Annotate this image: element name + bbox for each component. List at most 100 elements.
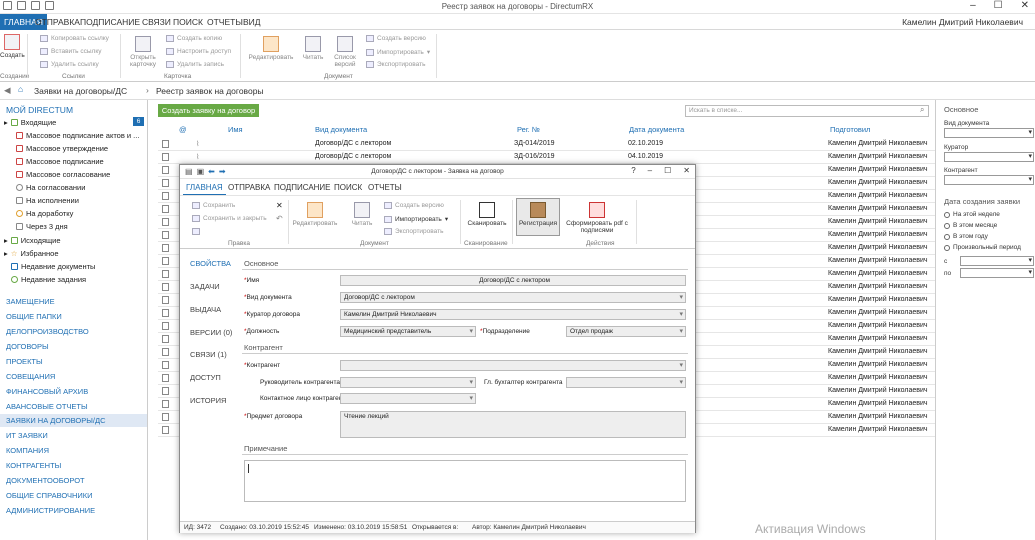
counterparty-select[interactable] [340,360,686,371]
column-header[interactable]: Рег. № [517,125,540,134]
minimize-icon[interactable]: – [648,166,652,175]
breadcrumb-item[interactable]: Заявки на договоры/ДС [34,86,127,96]
sidebar-section[interactable]: АВАНСОВЫЕ ОТЧЕТЫ [6,402,88,411]
sidebar-section-selected[interactable]: ЗАЯВКИ НА ДОГОВОРЫ/ДС [0,414,147,427]
sidebar-section[interactable]: ДЕЛОПРОИЗВОДСТВО [6,327,89,336]
column-header[interactable]: Имя [228,125,243,134]
dialog-tab-search[interactable]: ПОИСК [331,181,365,195]
period-custom-radio[interactable]: Произвольный период [944,244,1021,251]
sidebar-item[interactable]: На исполнении [16,196,79,205]
sidebar-section[interactable]: КОНТРАГЕНТЫ [6,461,61,470]
tab-versions[interactable]: ВЕРСИИ (0) [190,328,232,337]
sidebar-item-favorites[interactable]: ▸ ☆ Избранное [4,249,59,258]
counterparty-select[interactable] [944,175,1034,185]
curator-select[interactable] [944,152,1034,162]
save-close-button[interactable]: Сохранить и закрыть [192,215,267,222]
name-field[interactable]: Договор/ДС с лектором [340,275,686,286]
kind-select[interactable]: Договор/ДС с лектором [340,292,686,303]
read-button[interactable]: Читать [300,36,326,61]
search-icon[interactable]: ⌕ [920,105,924,115]
sidebar-item[interactable]: Массовое утверждение [16,144,108,153]
form-pdf-button[interactable]: Сформировать pdf с подписями [564,202,630,234]
back-icon[interactable]: ◀ [4,85,11,96]
edit-button[interactable]: Редактировать [248,36,294,61]
sidebar-item[interactable]: На согласовании [16,183,85,192]
home-nav-icon[interactable]: ⌂ [18,84,23,94]
sidebar-section[interactable]: КОМПАНИЯ [6,446,49,455]
expand-icon[interactable]: ▸ [4,236,8,245]
dialog-export-button[interactable]: Экспортировать [384,228,444,235]
sidebar-item[interactable]: Массовое подписание актов и ... [16,131,139,140]
head-select[interactable] [340,377,476,388]
sidebar-section[interactable]: ЗАМЕЩЕНИЕ [6,297,55,306]
dialog-import-button[interactable]: Импортировать ▾ [384,215,448,223]
minimize-icon[interactable]: – [970,0,976,11]
registration-button[interactable]: Регистрация [516,198,560,236]
period-week-radio[interactable]: На этой неделе [944,211,1000,218]
tab-view[interactable]: ВИД [239,14,265,30]
close-icon[interactable]: ✕ [683,166,690,175]
note-textarea[interactable] [244,460,686,502]
column-header[interactable]: Вид документа [315,125,367,134]
sidebar-section[interactable]: ДОКУМЕНТООБОРОТ [6,476,85,485]
sidebar-section[interactable]: СОВЕЩАНИЯ [6,372,55,381]
period-year-radio[interactable]: В этом году [944,233,988,240]
column-header[interactable]: Подготовил [830,125,870,134]
sidebar-section[interactable]: ОБЩИЕ ПАПКИ [6,312,62,321]
contact-select[interactable] [340,393,476,404]
dialog-create-version-button[interactable]: Создать версию [384,202,444,209]
cancel-icon[interactable]: ✕ [276,201,283,210]
sidebar-section[interactable]: ОБЩИЕ СПРАВОЧНИКИ [6,491,93,500]
tab-signing[interactable]: ПОДПИСАНИЕ [76,14,144,30]
dialog-tab-send[interactable]: ОТПРАВКА [225,181,273,195]
create-button[interactable]: Создать [0,34,25,59]
dept-select[interactable]: Отдел продаж [566,326,686,337]
open-card-button[interactable]: Открыть карточку [126,36,160,68]
import-button[interactable]: Импортировать ▾ [366,48,430,56]
sidebar-section[interactable]: ИТ ЗАЯВКИ [6,431,48,440]
save-button[interactable]: Сохранить [192,202,235,209]
sidebar-section[interactable]: ДОГОВОРЫ [6,342,49,351]
sidebar-item[interactable]: Массовое согласование [16,170,110,179]
sidebar-item-outbox[interactable]: ▸ Исходящие [4,236,61,245]
dialog-tab-home[interactable]: ГЛАВНАЯ [183,181,226,195]
column-header[interactable]: @ [179,125,187,134]
sidebar-item[interactable]: Через 3 дня [16,222,68,231]
sidebar-item-recent-tasks[interactable]: Недавние задания [11,275,86,284]
sidebar-section[interactable]: АДМИНИСТРИРОВАНИЕ [6,506,95,515]
subject-field[interactable]: Чтение лекций [340,411,686,438]
curator-select[interactable]: Камелин Дмитрий Николаевич [340,309,686,320]
tab-issue[interactable]: ВЫДАЧА [190,305,221,314]
period-month-radio[interactable]: В этом месяце [944,222,997,229]
sidebar-section[interactable]: ФИНАНСОВЫЙ АРХИВ [6,387,88,396]
sidebar-item[interactable]: На доработку [16,209,73,218]
table-row[interactable]: ⌇ Договор/ДС с лектором ЗД-016/2019 04.1… [158,151,935,164]
export-button[interactable]: Экспортировать [366,61,426,68]
sidebar-item[interactable]: Массовое подписание [16,157,104,166]
tab-search[interactable]: ПОИСК [169,14,207,30]
tab-access[interactable]: ДОСТУП [190,373,221,382]
list-search-input[interactable]: Искать в списке... [685,105,929,117]
scan-button[interactable]: Сканировать [464,202,510,227]
sidebar-item-inbox[interactable]: ▸ Входящие [4,118,56,127]
dialog-tab-signing[interactable]: ПОДПИСАНИЕ [271,181,334,195]
dialog-tab-reports[interactable]: ОТЧЕТЫ [365,181,405,195]
create-request-button[interactable]: Создать заявку на договор [158,104,259,117]
tab-properties[interactable]: СВОЙСТВА [190,259,231,268]
paste-link-button[interactable]: Вставить ссылку [40,48,102,55]
dialog-edit-button[interactable]: Редактировать [292,202,338,227]
collapse-icon[interactable]: ▸ [4,118,8,127]
expand-icon[interactable]: ▸ [4,249,8,258]
tab-history[interactable]: ИСТОРИЯ [190,396,226,405]
date-to-input[interactable] [960,268,1034,278]
create-version-button[interactable]: Создать версию [366,35,426,42]
date-from-input[interactable] [960,256,1034,266]
copy-link-button[interactable]: Копировать ссылку [40,35,109,42]
make-copy-button[interactable]: Создать копию [166,35,222,42]
sidebar-section[interactable]: ПРОЕКТЫ [6,357,43,366]
maximize-icon[interactable]: ☐ [994,0,1003,11]
help-icon[interactable]: ? [631,166,635,175]
delete-link-button[interactable]: Удалить ссылку [40,61,99,68]
maximize-icon[interactable]: ☐ [664,166,671,175]
versions-list-button[interactable]: Список версий [330,36,360,68]
